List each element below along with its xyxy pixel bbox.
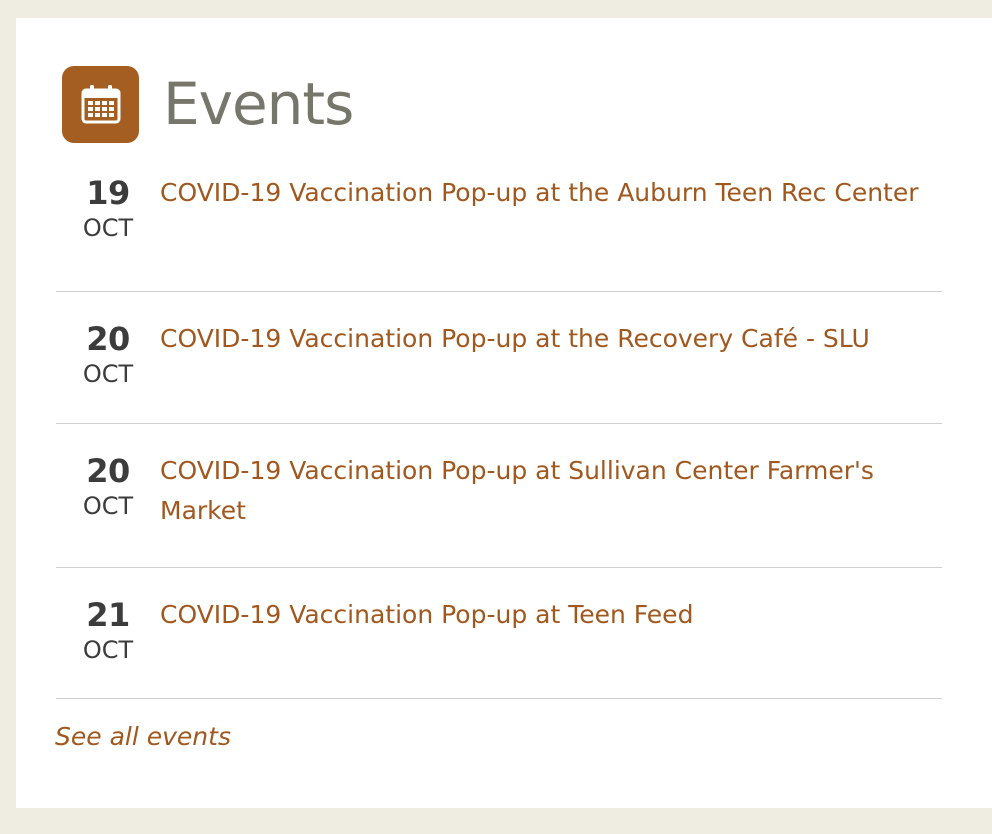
event-day: 19 xyxy=(86,174,130,212)
see-all-events-link[interactable]: See all events xyxy=(55,722,231,751)
event-link[interactable]: COVID-19 Vaccination Pop-up at Teen Feed xyxy=(160,595,920,698)
event-month: OCT xyxy=(82,214,134,242)
event-date: 20 OCT xyxy=(56,451,160,567)
event-item: 19 OCT COVID-19 Vaccination Pop-up at th… xyxy=(56,173,942,292)
events-list: 19 OCT COVID-19 Vaccination Pop-up at th… xyxy=(56,173,942,699)
widget-title: Events xyxy=(163,70,354,138)
event-item: 20 OCT COVID-19 Vaccination Pop-up at Su… xyxy=(56,424,942,568)
event-day: 20 xyxy=(86,320,130,358)
event-day: 20 xyxy=(86,452,130,490)
calendar-icon xyxy=(81,85,120,124)
event-link[interactable]: COVID-19 Vaccination Pop-up at the Recov… xyxy=(160,319,920,423)
events-header: Events xyxy=(62,65,354,143)
event-link[interactable]: COVID-19 Vaccination Pop-up at the Aubur… xyxy=(160,173,920,291)
event-link[interactable]: COVID-19 Vaccination Pop-up at Sullivan … xyxy=(160,451,920,567)
calendar-badge xyxy=(62,65,139,143)
event-day: 21 xyxy=(86,596,130,634)
event-date: 19 OCT xyxy=(56,173,160,291)
event-item: 20 OCT COVID-19 Vaccination Pop-up at th… xyxy=(56,292,942,424)
event-month: OCT xyxy=(82,492,134,520)
event-month: OCT xyxy=(82,360,134,388)
event-date: 21 OCT xyxy=(56,595,160,698)
event-item: 21 OCT COVID-19 Vaccination Pop-up at Te… xyxy=(56,568,942,699)
event-month: OCT xyxy=(82,636,134,664)
event-date: 20 OCT xyxy=(56,319,160,423)
events-widget: Events 19 OCT COVID-19 Vaccination Pop-u… xyxy=(16,18,992,808)
